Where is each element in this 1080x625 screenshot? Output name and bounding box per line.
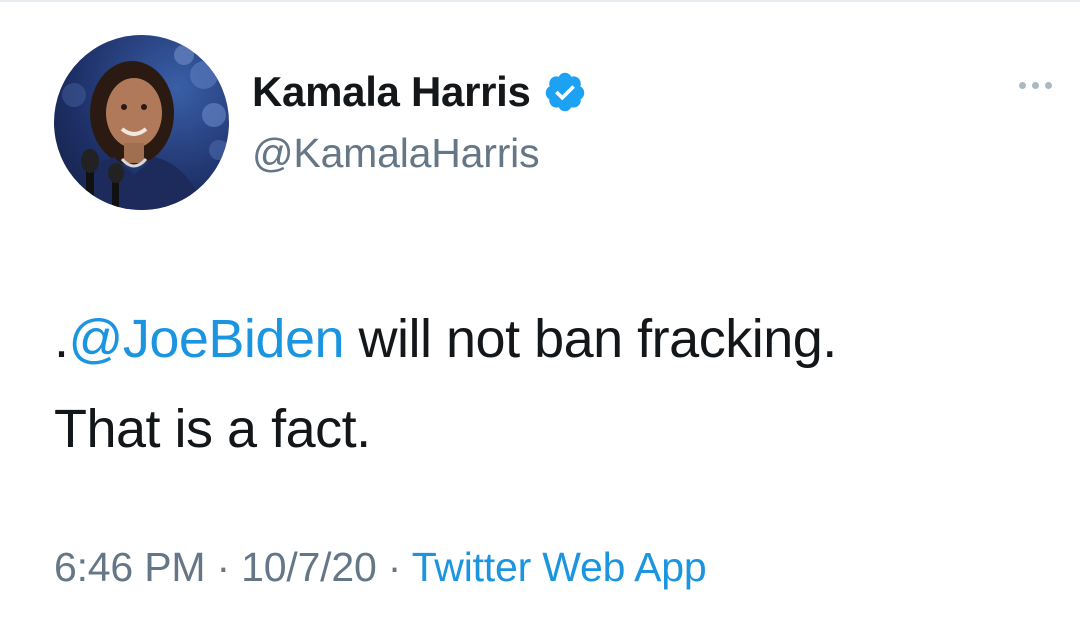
tweet-line-2: That is a fact. [54,399,371,459]
more-dot [1045,82,1052,89]
tweet-date[interactable]: 10/7/20 [241,544,377,590]
tweet-source-link[interactable]: Twitter Web App [412,544,707,590]
meta-separator: · [216,544,231,590]
author-handle[interactable]: @KamalaHarris [252,130,540,177]
mention-link[interactable]: @JoeBiden [69,309,345,369]
tweet-time[interactable]: 6:46 PM [54,544,205,590]
tweet-line-1-text: will not ban fracking. [344,309,838,369]
avatar-portrait-image [62,45,229,210]
avatar[interactable] [54,35,229,210]
meta-separator: · [387,544,402,590]
more-dot [1019,82,1026,89]
tweet-metadata: 6:46 PM · 10/7/20 · Twitter Web App [54,544,707,591]
tweet-line-1: .@JoeBiden will not ban fracking. [54,294,1054,384]
more-dot [1032,82,1039,89]
tweet-text: .@JoeBiden will not ban fracking. That i… [54,294,1054,474]
tweet-prefix: . [54,309,69,369]
author-display-name[interactable]: Kamala Harris [252,68,531,116]
tweet-card: Kamala Harris @KamalaHarris .@JoeBiden w… [0,0,1080,625]
more-options-icon[interactable] [1019,82,1052,89]
verified-badge-icon [543,70,587,114]
author-name-row[interactable]: Kamala Harris [252,68,587,116]
